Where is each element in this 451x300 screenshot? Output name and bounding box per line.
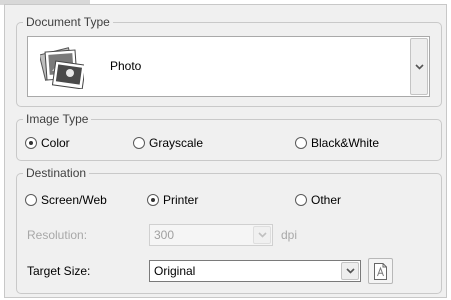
image-type-group: Image Type Color Grayscale Black&White (16, 112, 442, 161)
radio-black-white-label: Black&White (311, 136, 380, 150)
radio-printer[interactable]: Printer (147, 192, 198, 208)
chevron-down-icon (345, 268, 355, 274)
document-type-group: Document Type Photo (16, 15, 442, 107)
radio-color-label: Color (41, 136, 70, 150)
resolution-unit: dpi (281, 228, 298, 242)
scan-settings-panel: Document Type Photo Image Type Color Gra… (4, 4, 447, 298)
radio-printer-label: Printer (163, 193, 199, 207)
radio-black-white-indicator[interactable] (295, 137, 307, 149)
radio-other-indicator[interactable] (295, 194, 307, 206)
radio-black-white[interactable]: Black&White (295, 135, 379, 151)
resolution-dropdown-button[interactable] (253, 226, 271, 244)
destination-group: Destination Screen/Web Printer Other Res… (16, 166, 442, 294)
radio-color[interactable]: Color (25, 135, 70, 151)
resolution-value: 300 (154, 228, 175, 242)
page-size-icon (374, 262, 387, 280)
document-type-value: Photo (110, 59, 142, 73)
chevron-down-icon (257, 232, 267, 238)
document-type-legend: Document Type (26, 15, 110, 29)
document-type-select[interactable]: Photo (27, 36, 430, 97)
target-size-custom-button[interactable] (368, 258, 393, 284)
radio-grayscale[interactable]: Grayscale (133, 135, 203, 151)
radio-other-label: Other (311, 193, 342, 207)
radio-screen-web[interactable]: Screen/Web (25, 192, 107, 208)
chevron-down-icon (414, 63, 424, 70)
target-size-label: Target Size: (27, 264, 91, 278)
resolution-label: Resolution: (27, 228, 88, 242)
radio-grayscale-indicator[interactable] (133, 137, 145, 149)
document-type-dropdown-button[interactable] (410, 38, 428, 95)
image-type-legend: Image Type (26, 112, 89, 126)
photo-document-icon (40, 47, 84, 89)
target-size-select[interactable]: Original (149, 260, 361, 282)
resolution-select[interactable]: 300 (149, 224, 273, 246)
radio-color-indicator[interactable] (25, 137, 37, 149)
destination-legend: Destination (26, 166, 87, 180)
radio-other[interactable]: Other (295, 192, 341, 208)
radio-screen-web-indicator[interactable] (25, 194, 37, 206)
radio-screen-web-label: Screen/Web (41, 193, 107, 207)
radio-printer-indicator[interactable] (147, 194, 159, 206)
target-size-value: Original (154, 264, 196, 278)
radio-grayscale-label: Grayscale (149, 136, 204, 150)
target-size-dropdown-button[interactable] (341, 262, 359, 280)
